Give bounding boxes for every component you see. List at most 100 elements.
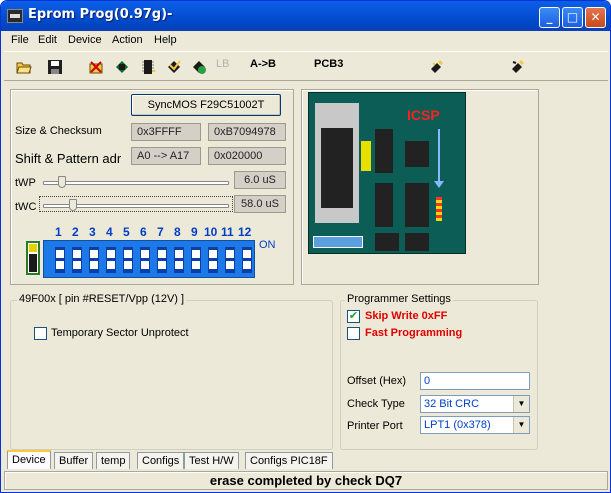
dip-switch[interactable] bbox=[174, 247, 184, 273]
dip-number: 11 bbox=[221, 225, 234, 239]
ic-chip-icon bbox=[375, 233, 399, 251]
skip-write-checkbox[interactable]: ✔ bbox=[347, 310, 360, 323]
programmer-settings-title: Programmer Settings bbox=[345, 293, 453, 305]
menu-device[interactable]: Device bbox=[68, 34, 102, 46]
auto-program-icon[interactable] bbox=[510, 59, 526, 75]
check-type-select[interactable]: 32 Bit CRC ▼ bbox=[420, 395, 530, 413]
size-value: 0x3FFFF bbox=[131, 123, 201, 141]
dip-number: 6 bbox=[140, 225, 147, 239]
program-icon[interactable] bbox=[429, 59, 445, 75]
minimize-button[interactable]: _ bbox=[539, 7, 560, 28]
status-bar: erase completed by check DQ7 bbox=[4, 471, 608, 490]
verify-icon[interactable] bbox=[166, 59, 182, 75]
blank-check-icon[interactable] bbox=[191, 59, 207, 75]
printer-port-label: Printer Port bbox=[347, 420, 403, 432]
menu-action[interactable]: Action bbox=[112, 34, 143, 46]
dip-switch[interactable] bbox=[242, 247, 252, 273]
tab-buffer[interactable]: Buffer bbox=[54, 452, 94, 469]
erase-icon[interactable] bbox=[88, 59, 104, 75]
dip-number: 5 bbox=[123, 225, 130, 239]
a-to-b-button[interactable]: A->B bbox=[250, 58, 276, 76]
maximize-button[interactable]: □ bbox=[562, 7, 583, 28]
dip-number: 4 bbox=[106, 225, 113, 239]
dip-on-label: ON bbox=[259, 239, 276, 251]
app-icon bbox=[7, 9, 23, 23]
check-type-label: Check Type bbox=[347, 398, 405, 410]
twp-slider-thumb[interactable] bbox=[58, 176, 66, 188]
dip-switch[interactable] bbox=[140, 247, 150, 273]
tab-temp[interactable]: temp bbox=[96, 452, 131, 469]
title-bar[interactable]: Eprom Prog(0.97g)- _ □ ✕ bbox=[1, 1, 610, 31]
size-checksum-label: Size & Checksum bbox=[15, 125, 102, 137]
twp-slider-track[interactable] bbox=[43, 181, 229, 185]
shift-pattern-label: Shift & Pattern adr bbox=[15, 151, 122, 166]
dip-switch[interactable] bbox=[225, 247, 235, 273]
dip-switch[interactable] bbox=[106, 247, 116, 273]
main-window: Eprom Prog(0.97g)- _ □ ✕ File Edit Devic… bbox=[0, 0, 611, 493]
ic-chip-icon bbox=[375, 129, 393, 173]
chip-select-button[interactable]: SyncMOS F29C51002T bbox=[131, 94, 281, 116]
checksum-value: 0xB7094978 bbox=[208, 123, 286, 141]
eprom-chip-icon bbox=[321, 128, 353, 208]
tab-configs[interactable]: Configs bbox=[137, 452, 185, 469]
dip-switch[interactable] bbox=[208, 247, 218, 273]
dip-number: 7 bbox=[157, 225, 164, 239]
menu-edit[interactable]: Edit bbox=[38, 34, 57, 46]
icsp-header-icon bbox=[436, 197, 442, 221]
ic-chip-icon bbox=[405, 233, 429, 251]
ic-chip-icon bbox=[405, 183, 429, 227]
fast-programming-label[interactable]: Fast Programming bbox=[365, 327, 462, 339]
menu-help[interactable]: Help bbox=[154, 34, 177, 46]
pcb-image: ICSP bbox=[308, 92, 466, 254]
tab-device[interactable]: Device bbox=[7, 450, 51, 469]
lock-bits-button[interactable]: LB bbox=[216, 58, 229, 76]
chevron-down-icon[interactable]: ▼ bbox=[513, 417, 529, 433]
dip-number: 3 bbox=[89, 225, 96, 239]
fast-programming-checkbox[interactable] bbox=[347, 327, 360, 340]
dip-switch[interactable] bbox=[157, 247, 167, 273]
close-button[interactable]: ✕ bbox=[585, 7, 606, 28]
offset-label: Offset (Hex) bbox=[347, 375, 407, 387]
pcb-dip-switch-icon bbox=[313, 236, 363, 248]
dip-number: 12 bbox=[238, 225, 252, 239]
jumper-yellow-icon bbox=[361, 141, 371, 171]
chevron-down-icon[interactable]: ▼ bbox=[513, 396, 529, 412]
ic-chip-icon bbox=[405, 141, 429, 167]
dip-switch[interactable] bbox=[89, 247, 99, 273]
save-icon[interactable] bbox=[47, 59, 63, 75]
chip-info-icon[interactable] bbox=[141, 59, 157, 75]
temp-unprotect-checkbox[interactable] bbox=[34, 327, 47, 340]
read-chip-icon[interactable] bbox=[114, 59, 130, 75]
dip-switch[interactable] bbox=[123, 247, 133, 273]
dip-number: 9 bbox=[191, 225, 198, 239]
printer-port-select[interactable]: LPT1 (0x378) ▼ bbox=[420, 416, 530, 434]
menu-bar: File Edit Device Action Help bbox=[4, 31, 608, 50]
dip-switch[interactable] bbox=[191, 247, 201, 273]
chip-options-group bbox=[10, 300, 333, 450]
window-title: Eprom Prog(0.97g)- bbox=[28, 7, 173, 22]
icsp-label: ICSP bbox=[407, 107, 440, 123]
pattern-value: 0x020000 bbox=[208, 147, 286, 165]
tab-configs-pic18f[interactable]: Configs PIC18F bbox=[245, 452, 333, 469]
chip-options-title: 49F00x [ pin #RESET/Vpp (12V) ] bbox=[17, 293, 187, 305]
tab-test-hw[interactable]: Test H/W bbox=[184, 452, 239, 469]
dip-number: 2 bbox=[72, 225, 79, 239]
printer-port-value: LPT1 (0x378) bbox=[424, 419, 491, 431]
dip-switch[interactable] bbox=[55, 247, 65, 273]
dip-switch[interactable] bbox=[72, 247, 82, 273]
shift-value: A0 --> A17 bbox=[131, 147, 201, 165]
temp-unprotect-label[interactable]: Temporary Sector Unprotect bbox=[51, 327, 189, 339]
twc-label: tWC bbox=[15, 201, 37, 213]
jumper-icon bbox=[26, 241, 40, 275]
twp-value: 6.0 uS bbox=[234, 171, 286, 189]
icsp-arrow-icon bbox=[438, 129, 440, 183]
twc-value: 58.0 uS bbox=[234, 195, 286, 213]
offset-input[interactable]: 0 bbox=[420, 372, 530, 390]
skip-write-label[interactable]: Skip Write 0xFF bbox=[365, 310, 447, 322]
dip-switch-block bbox=[43, 240, 255, 278]
dip-number: 10 bbox=[204, 225, 218, 239]
menu-file[interactable]: File bbox=[11, 34, 29, 46]
pcb3-button[interactable]: PCB3 bbox=[314, 58, 343, 76]
twc-slider-thumb[interactable] bbox=[69, 199, 77, 211]
open-folder-icon[interactable] bbox=[16, 59, 32, 75]
